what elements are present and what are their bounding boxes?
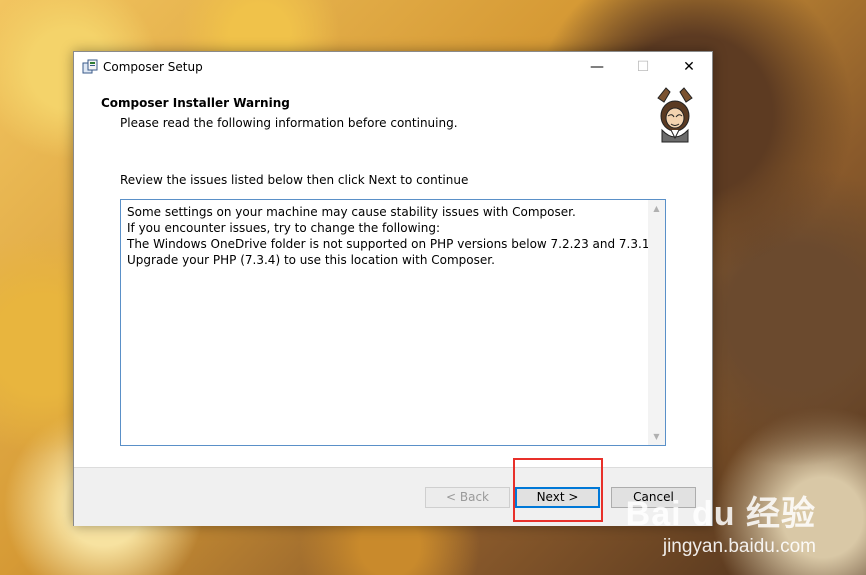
page-title: Composer Installer Warning: [101, 96, 290, 110]
title-bar: Composer Setup — ☐ ✕: [74, 52, 712, 82]
maximize-button[interactable]: ☐: [620, 52, 666, 82]
memo-scrollbar[interactable]: ▲ ▼: [648, 200, 665, 445]
memo-line: Some settings on your machine may cause …: [127, 205, 576, 219]
baidu-watermark-logo: Bai du 经验: [625, 495, 816, 533]
memo-line: Upgrade your PHP (7.3.4) to use this loc…: [127, 253, 495, 267]
close-button[interactable]: ✕: [666, 52, 712, 82]
scroll-up-icon[interactable]: ▲: [648, 200, 665, 217]
minimize-button[interactable]: —: [574, 52, 620, 82]
wizard-header: Composer Installer Warning Please read t…: [74, 82, 712, 146]
composer-conductor-icon: [648, 86, 702, 144]
setup-app-icon: [82, 59, 98, 74]
memo-line: If you encounter issues, try to change t…: [127, 221, 441, 235]
memo-line: The Windows OneDrive folder is not suppo…: [127, 237, 661, 251]
wizard-footer: < Back Next > Cancel: [74, 467, 712, 526]
scroll-down-icon[interactable]: ▼: [648, 428, 665, 445]
window-title: Composer Setup: [103, 60, 203, 74]
issues-memo[interactable]: Some settings on your machine may cause …: [120, 199, 666, 446]
baidu-watermark-url: jingyan.baidu.com: [662, 536, 816, 557]
setup-window: Composer Setup — ☐ ✕ Composer Installer …: [73, 51, 713, 526]
next-button-highlight: [513, 458, 603, 522]
back-button[interactable]: < Back: [425, 487, 510, 508]
memo-text: Some settings on your machine may cause …: [127, 204, 661, 268]
page-subtitle: Please read the following information be…: [120, 116, 458, 130]
instruction-text: Review the issues listed below then clic…: [120, 173, 469, 187]
